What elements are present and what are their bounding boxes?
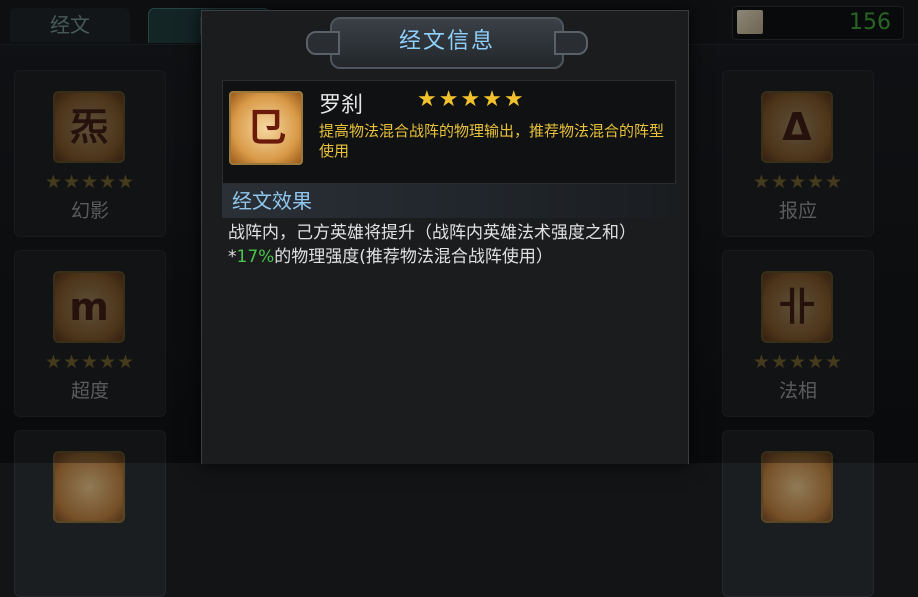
scripture-description: 提高物法混合战阵的物理输出，推荐物法混合的阵型使用 [319, 122, 665, 160]
effect-description: 战阵内，己方英雄将提升（战阵内英雄法术强度之和）*17%的物理强度(推荐物法混合… [228, 223, 636, 267]
scripture-name: 罗刹 [319, 93, 364, 118]
scripture-stars: ★★★★★ [417, 87, 526, 112]
scripture-info-dialog: 经文信息 ⺋ 罗刹 ★★★★★ 提高物法混合战阵的物理输出，推荐物法混合的阵型使… [201, 10, 689, 464]
dialog-title-plate: 经文信息 [306, 17, 588, 69]
scripture-info-box: ⺋ 罗刹 ★★★★★ 提高物法混合战阵的物理输出，推荐物法混合的阵型使用 [222, 80, 676, 184]
effect-value: 17% [236, 247, 275, 267]
rakshasa-rune-icon: ⺋ [229, 91, 303, 165]
effect-header: 经文效果 [222, 184, 676, 218]
dialog-title: 经文信息 [398, 29, 495, 54]
effect-title: 经文效果 [232, 189, 312, 213]
